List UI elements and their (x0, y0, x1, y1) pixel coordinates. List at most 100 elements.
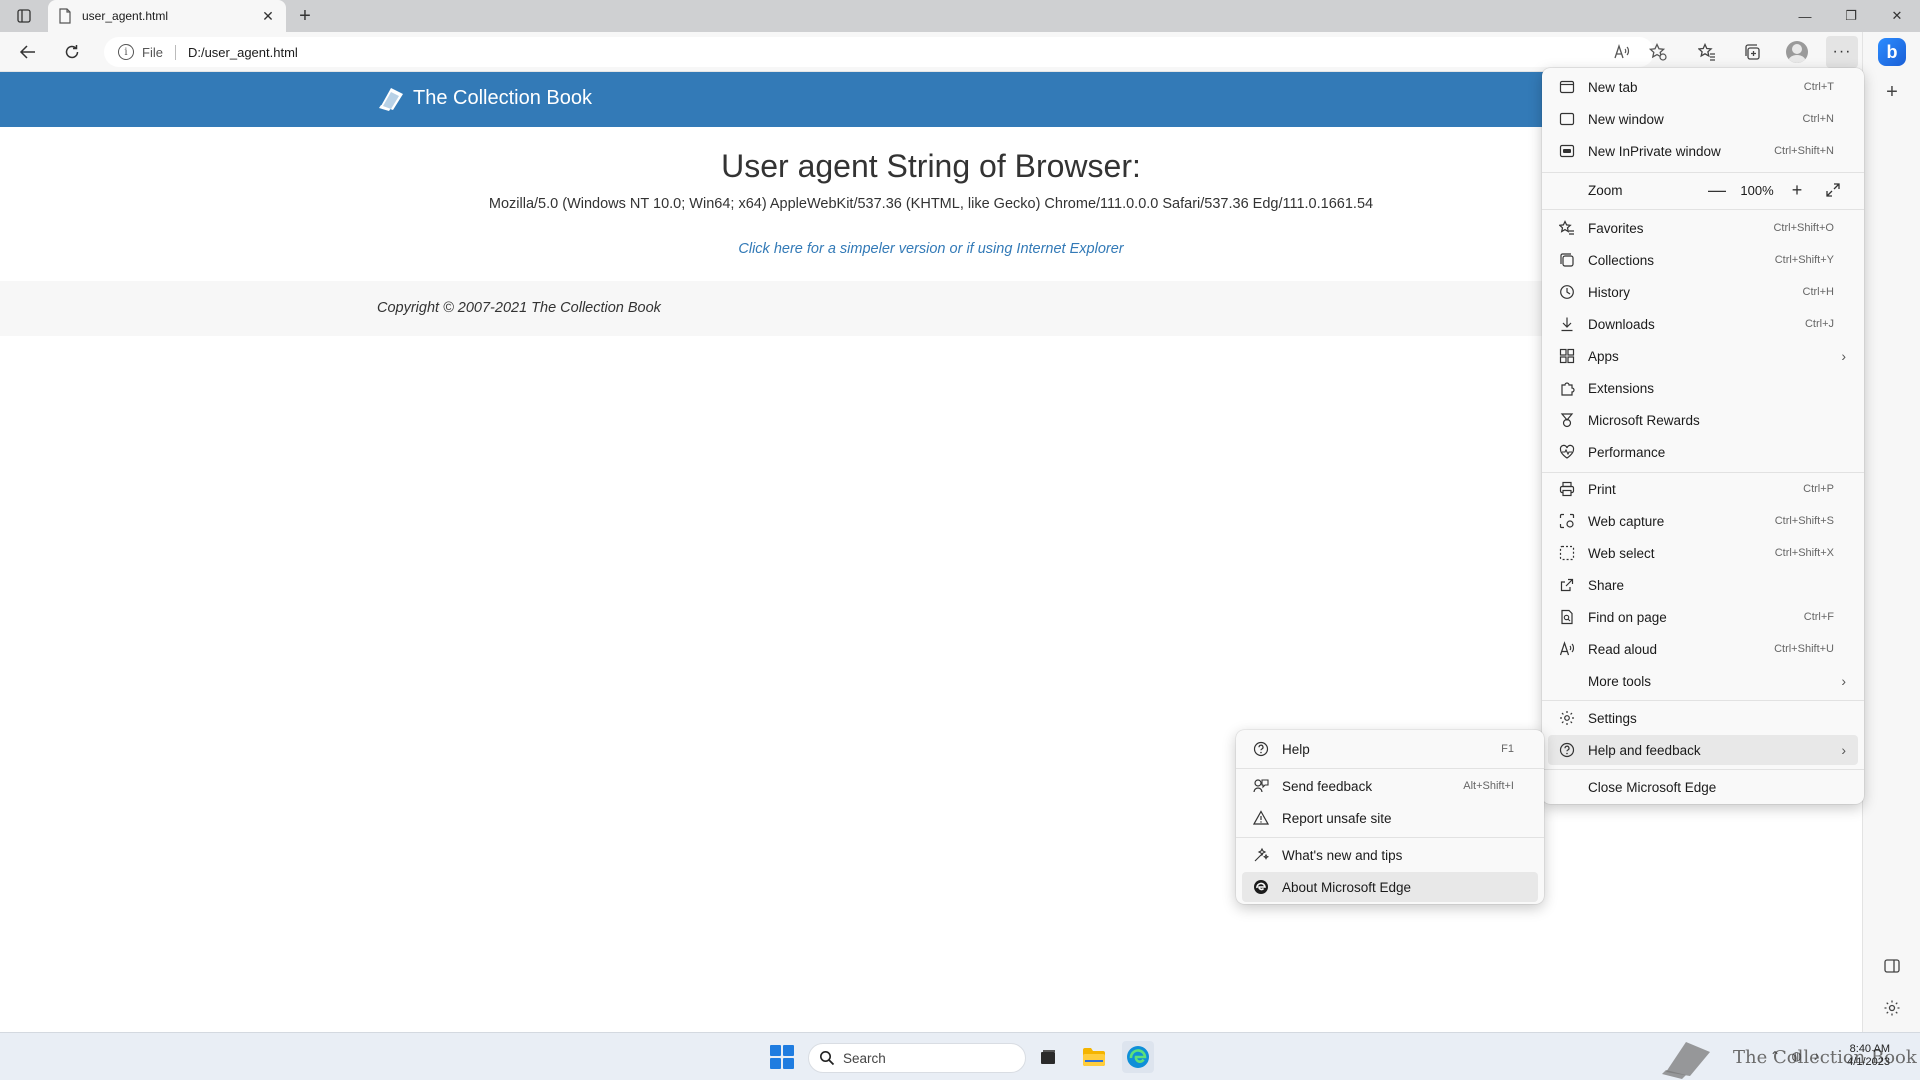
menu-item-history[interactable]: History Ctrl+H (1548, 277, 1858, 307)
taskbar-app-task-view[interactable] (1032, 1041, 1064, 1073)
bing-chat-button[interactable]: b (1876, 36, 1908, 68)
chevron-right-icon: › (1841, 742, 1846, 758)
menu-divider (1236, 837, 1544, 838)
history-icon (1558, 283, 1576, 301)
new-tab-button[interactable]: + (292, 4, 318, 28)
sidebar-add-button[interactable]: + (1876, 76, 1908, 108)
settings-and-more-button[interactable]: ··· (1826, 36, 1858, 68)
menu-item-new-tab[interactable]: New tab Ctrl+T (1548, 72, 1858, 102)
menu-item-share[interactable]: Share (1548, 570, 1858, 600)
menu-item-label: Help (1282, 741, 1310, 757)
find-icon (1558, 608, 1576, 626)
zoom-in-button[interactable]: + (1784, 177, 1810, 203)
close-window-button[interactable]: ✕ (1874, 0, 1920, 32)
active-tab[interactable]: user_agent.html ✕ (48, 0, 286, 32)
menu-item-label: New InPrivate window (1588, 143, 1721, 159)
menu-item-microsoft-rewards[interactable]: Microsoft Rewards (1548, 405, 1858, 435)
sidebar-panel-icon (1884, 959, 1900, 973)
menu-item-new-inprivate-window[interactable]: New InPrivate window Ctrl+Shift+N (1548, 136, 1858, 166)
site-info-icon[interactable]: i (118, 44, 134, 60)
print-icon (1558, 480, 1576, 498)
search-icon (820, 1051, 835, 1066)
menu-item-help-and-feedback[interactable]: Help and feedback › (1548, 735, 1858, 765)
zoom-out-button[interactable]: — (1704, 177, 1730, 203)
menu-item-label: Performance (1588, 444, 1666, 460)
menu-item-print[interactable]: Print Ctrl+P (1548, 474, 1858, 504)
search-placeholder: Search (843, 1050, 886, 1066)
clock[interactable]: 8:40 AM 4/1/2023 (1828, 1043, 1890, 1069)
menu-item-favorites[interactable]: Favorites Ctrl+Shift+O (1548, 213, 1858, 243)
address-url: D:/user_agent.html (187, 44, 298, 60)
menu-item-label: Share (1588, 577, 1625, 593)
menu-item-shortcut: Ctrl+Shift+N (1774, 145, 1834, 157)
menu-item-collections[interactable]: Collections Ctrl+Shift+Y (1548, 245, 1858, 275)
fullscreen-button[interactable] (1818, 177, 1848, 203)
menu-item-settings[interactable]: Settings (1548, 703, 1858, 733)
tab-actions-button[interactable] (10, 4, 38, 28)
menu-item-label: What's new and tips (1282, 847, 1403, 863)
menu-item-label: Web capture (1588, 513, 1665, 529)
menu-item-label: Settings (1588, 710, 1637, 726)
back-button[interactable] (12, 36, 44, 68)
menu-item-downloads[interactable]: Downloads Ctrl+J (1548, 309, 1858, 339)
menu-item-shortcut: Ctrl+P (1803, 483, 1834, 495)
menu-item-extensions[interactable]: Extensions (1548, 373, 1858, 403)
plus-icon: + (1886, 80, 1898, 103)
menu-item-label: Find on page (1588, 609, 1667, 625)
menu-item-new-window[interactable]: New window Ctrl+N (1548, 104, 1858, 134)
menu-item-web-select[interactable]: Web select Ctrl+Shift+X (1548, 538, 1858, 568)
feedback-icon (1252, 777, 1270, 795)
hide-sidebar-button[interactable] (1876, 950, 1908, 982)
minimize-icon: — (1798, 8, 1812, 24)
menu-item-read-aloud[interactable]: Read aloud Ctrl+Shift+U (1548, 634, 1858, 664)
help-and-feedback-submenu: Help F1 Send feedback Alt+Shift+I Report… (1236, 730, 1544, 904)
taskbar-app-file-explorer[interactable] (1078, 1041, 1110, 1073)
close-tab-icon[interactable]: ✕ (260, 8, 276, 24)
site-brand[interactable]: The Collection Book (377, 84, 592, 112)
submenu-item-about-edge[interactable]: About Microsoft Edge (1242, 872, 1538, 902)
collections-icon (1745, 44, 1760, 60)
menu-item-performance[interactable]: Performance (1548, 437, 1858, 467)
collections-icon (1558, 251, 1576, 269)
submenu-item-send-feedback[interactable]: Send feedback Alt+Shift+I (1242, 771, 1538, 801)
sidebar-settings-button[interactable] (1876, 992, 1908, 1024)
read-aloud-button[interactable] (1606, 36, 1638, 68)
read-aloud-icon (1614, 43, 1630, 59)
minimize-button[interactable]: — (1782, 0, 1828, 32)
submenu-item-report-unsafe-site[interactable]: Report unsafe site (1242, 803, 1538, 833)
menu-item-label: Send feedback (1282, 778, 1373, 794)
menu-divider (1542, 172, 1864, 173)
edge-icon (1252, 878, 1270, 896)
tray-icons[interactable]: ⌃ ◍ ♪ (1770, 1049, 1823, 1063)
refresh-button[interactable] (56, 36, 88, 68)
menu-item-shortcut: Ctrl+H (1802, 286, 1834, 298)
fullscreen-icon (1826, 183, 1840, 197)
start-button[interactable] (770, 1045, 794, 1069)
menu-item-more-tools[interactable]: More tools › (1548, 666, 1858, 696)
clock-time: 8:40 AM (1849, 1043, 1890, 1055)
favorites-icon (1558, 219, 1576, 237)
menu-item-label: Collections (1588, 252, 1655, 268)
menu-item-label: Read aloud (1588, 641, 1658, 657)
windows-taskbar: Search The Collection Book ⌃ ◍ ♪ 8:40 AM… (0, 1032, 1920, 1080)
submenu-item-help[interactable]: Help F1 (1242, 734, 1538, 764)
submenu-item-whats-new[interactable]: What's new and tips (1242, 840, 1538, 870)
menu-item-close-edge[interactable]: Close Microsoft Edge (1548, 772, 1858, 802)
menu-item-web-capture[interactable]: Web capture Ctrl+Shift+S (1548, 506, 1858, 536)
restore-button[interactable]: ❐ (1828, 0, 1874, 32)
taskbar-search[interactable]: Search (808, 1043, 1026, 1073)
add-favorite-button[interactable] (1642, 36, 1674, 68)
profile-button[interactable] (1781, 36, 1813, 68)
window-controls: — ❐ ✕ (1782, 0, 1920, 32)
web-capture-icon (1558, 512, 1576, 530)
avatar (1786, 41, 1808, 63)
favorites-button[interactable] (1691, 36, 1723, 68)
collections-button[interactable] (1736, 36, 1768, 68)
gear-icon (1884, 1000, 1900, 1016)
browser-toolbar: i File D:/user_agent.html ··· (0, 32, 1920, 72)
menu-item-apps[interactable]: Apps › (1548, 341, 1858, 371)
address-bar[interactable]: i File D:/user_agent.html (104, 37, 1654, 67)
folder-icon (1083, 1048, 1105, 1066)
menu-item-find-on-page[interactable]: Find on page Ctrl+F (1548, 602, 1858, 632)
taskbar-app-edge[interactable] (1122, 1041, 1154, 1073)
